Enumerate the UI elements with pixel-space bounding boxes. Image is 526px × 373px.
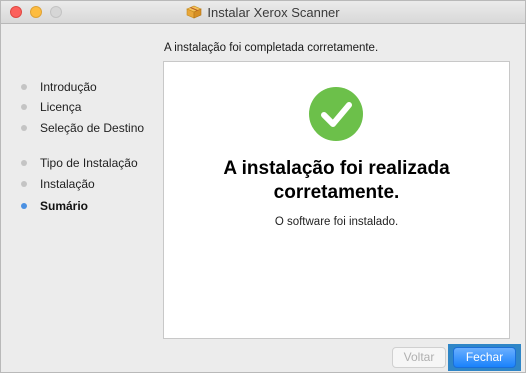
step-bullet-icon: [21, 181, 27, 187]
sidebar-item-label: Tipo de Instalação: [40, 156, 138, 170]
step-header: A instalação foi completada corretamente…: [164, 42, 379, 54]
checkmark-circle-icon: [309, 87, 363, 141]
content-panel: A instalação foi realizada corretamente.…: [163, 61, 510, 339]
step-bullet-icon: [21, 203, 27, 209]
back-button[interactable]: Voltar: [392, 347, 446, 368]
step-bullet-icon: [21, 84, 27, 90]
sidebar-item-label: Seleção de Destino: [40, 121, 145, 135]
headline-line-2: corretamente.: [273, 182, 400, 203]
sidebar-item-label: Instalação: [40, 177, 95, 191]
sidebar-item-label: Licença: [40, 100, 82, 114]
step-bullet-icon: [21, 125, 27, 131]
window-title-area: Instalar Xerox Scanner: [1, 1, 525, 23]
close-button[interactable]: Fechar: [453, 347, 516, 368]
window-title: Instalar Xerox Scanner: [207, 4, 340, 20]
step-bullet-icon: [21, 160, 27, 166]
package-icon: [186, 5, 203, 19]
sidebar-item-label: Introdução: [40, 80, 97, 94]
title-bar: Instalar Xerox Scanner: [1, 1, 525, 24]
installer-window: Instalar Xerox Scanner A instalação foi …: [0, 0, 526, 373]
headline-line-1: A instalação foi realizada: [223, 158, 450, 179]
success-message: O software foi instalado.: [274, 216, 399, 228]
sidebar-item-label: Sumário: [40, 199, 89, 213]
success-headline: A instalação foi realizada corretamente.: [164, 157, 509, 205]
step-bullet-icon: [21, 104, 27, 110]
